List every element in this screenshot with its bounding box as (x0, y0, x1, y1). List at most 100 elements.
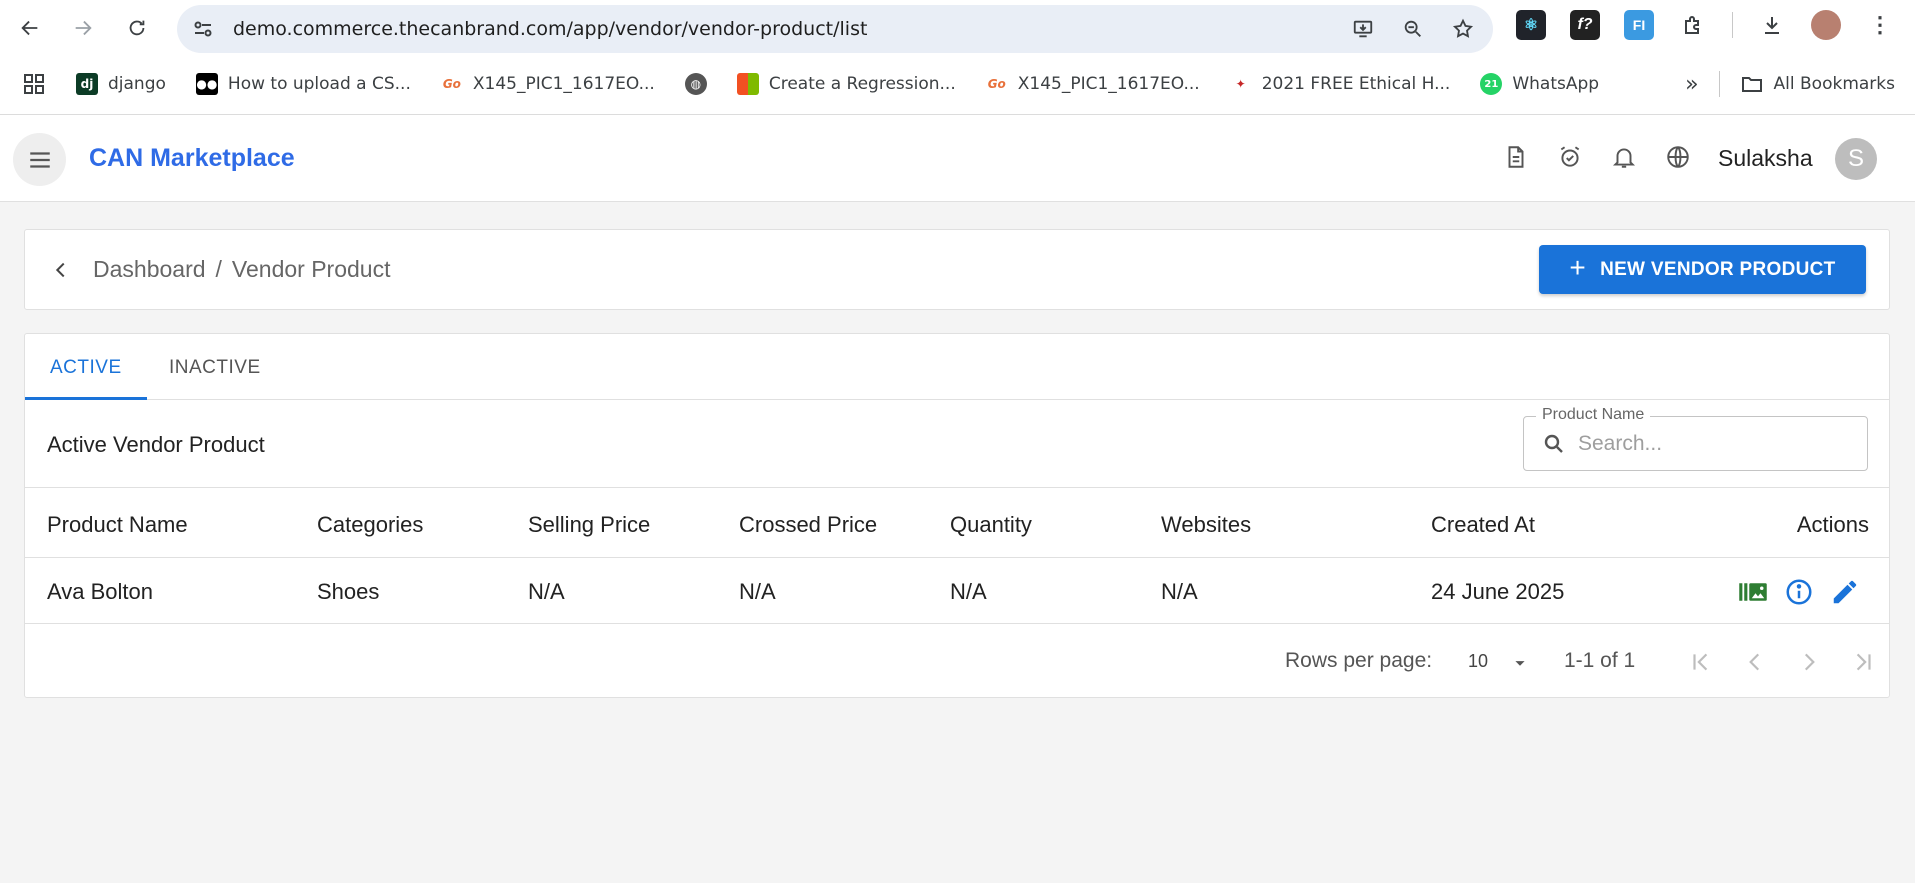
search-label: Product Name (1536, 406, 1651, 424)
star-icon[interactable] (1451, 17, 1475, 41)
bookmark-whatsapp[interactable]: 21 WhatsApp (1480, 73, 1599, 95)
cell-crossed-price: N/A (739, 579, 776, 604)
search-icon (1544, 434, 1563, 453)
zoom-icon[interactable] (1401, 17, 1425, 41)
product-name-search-field[interactable]: Product Name (1523, 406, 1868, 471)
reload-icon[interactable] (119, 10, 155, 46)
browser-menu-icon[interactable]: ⋮ (1865, 10, 1895, 40)
alarm-check-icon[interactable] (1556, 143, 1584, 171)
info-icon[interactable] (1783, 576, 1815, 608)
page-range: 1-1 of 1 (1564, 649, 1636, 672)
breadcrumb-card: Dashboard / Vendor Product + NEW VENDOR PR… (24, 229, 1890, 310)
column-actions: Actions (1796, 512, 1869, 537)
tab-bar: ACTIVE INACTIVE (25, 334, 1889, 400)
bookmark-x145-2[interactable]: Go X145_PIC1_1617EO... (986, 73, 1200, 95)
cell-quantity: N/A (950, 579, 987, 604)
column-categories[interactable]: Categories (317, 512, 423, 538)
column-crossed-price[interactable]: Crossed Price (739, 512, 877, 538)
first-page-icon[interactable] (1685, 646, 1717, 678)
user-avatar[interactable]: S (1835, 138, 1877, 180)
more-bookmarks-icon[interactable]: » (1685, 72, 1698, 97)
browser-profile-avatar[interactable] (1811, 10, 1841, 40)
globe-icon: ◍ (684, 73, 707, 95)
breadcrumb-vendor-product: Vendor Product (231, 256, 391, 282)
rows-per-page-label: Rows per page: (1285, 649, 1433, 672)
bookmark-x145-1[interactable]: Go X145_PIC1_1617EO... (441, 73, 655, 95)
puzzle-extensions-icon[interactable] (1678, 10, 1708, 40)
bookmark-globe[interactable]: ◍ (684, 73, 707, 95)
table-header: Product Name Categories Selling Price Cr… (25, 487, 1889, 558)
cell-product-name: Ava Bolton (47, 579, 154, 604)
go-icon: Go (987, 77, 1006, 91)
toolbar-divider (1732, 12, 1733, 38)
pagination: Rows per page: 10 1-1 of 1 (25, 624, 1889, 699)
folder-icon (1741, 77, 1762, 92)
plus-icon: + (1569, 252, 1587, 283)
dropdown-arrow-icon[interactable] (1509, 652, 1531, 674)
back-arrow-icon[interactable] (12, 10, 48, 46)
microsoft-icon (736, 73, 759, 95)
bookmark-regression[interactable]: Create a Regression... (736, 73, 956, 95)
ethical-hacking-icon: ✦ (1235, 77, 1246, 91)
menu-icon (29, 151, 50, 168)
column-product-name[interactable]: Product Name (47, 512, 188, 538)
cell-categories: Shoes (317, 579, 380, 604)
gallery-icon[interactable] (1737, 576, 1769, 608)
new-vendor-product-label: NEW VENDOR PRODUCT (1600, 258, 1836, 280)
cell-websites: N/A (1161, 579, 1198, 604)
bookmark-django[interactable]: dj django (76, 73, 166, 95)
browser-chrome: demo.commerce.thecanbrand.com/app/vendor… (0, 0, 1915, 115)
previous-page-icon[interactable] (1739, 646, 1771, 678)
django-icon: dj (76, 73, 98, 95)
next-page-icon[interactable] (1793, 646, 1825, 678)
forward-arrow-icon[interactable] (65, 10, 101, 46)
vendor-product-table-card: ACTIVE INACTIVE Active Vendor Product Pr… (24, 333, 1890, 698)
column-selling-price[interactable]: Selling Price (528, 512, 650, 538)
column-quantity[interactable]: Quantity (950, 512, 1032, 538)
bell-icon[interactable] (1610, 143, 1638, 171)
hamburger-menu-button[interactable] (13, 133, 66, 186)
bookmark-ethical-hacking[interactable]: ✦ 2021 FREE Ethical H... (1230, 73, 1451, 95)
table-row[interactable]: Ava Bolton Shoes N/A N/A N/A N/A 24 June… (25, 558, 1889, 624)
react-devtools-icon[interactable]: ⚛ (1516, 10, 1546, 40)
app-header: CAN Marketplace Sulaksha S (0, 115, 1915, 202)
breadcrumb-separator: / (215, 256, 222, 282)
column-created-at[interactable]: Created At (1431, 512, 1535, 538)
url-text[interactable]: demo.commerce.thecanbrand.com/app/vendor… (233, 18, 867, 40)
rows-per-page-select[interactable]: 10 (1468, 651, 1488, 672)
tab-inactive[interactable]: INACTIVE (169, 357, 261, 379)
cell-selling-price: N/A (528, 579, 565, 604)
brand-title[interactable]: CAN Marketplace (89, 144, 295, 173)
new-vendor-product-button[interactable]: + NEW VENDOR PRODUCT (1539, 245, 1866, 294)
site-settings-icon[interactable] (191, 17, 215, 41)
section-title: Active Vendor Product (47, 432, 265, 457)
medium-icon: ●● (195, 73, 218, 95)
tab-active[interactable]: ACTIVE (50, 357, 122, 379)
username[interactable]: Sulaksha (1718, 145, 1813, 172)
breadcrumb-dashboard[interactable]: Dashboard (93, 256, 206, 282)
last-page-icon[interactable] (1847, 646, 1879, 678)
bookmarks-divider (1718, 71, 1720, 97)
cell-created-at: 24 June 2025 (1431, 579, 1565, 604)
column-websites[interactable]: Websites (1161, 512, 1251, 538)
whatsapp-icon: 21 (1480, 73, 1503, 95)
document-icon[interactable] (1502, 143, 1530, 171)
back-button[interactable] (45, 254, 77, 286)
edit-pencil-icon[interactable] (1829, 576, 1861, 608)
fi-extension-icon[interactable]: FI (1624, 10, 1654, 40)
install-app-icon[interactable] (1351, 17, 1375, 41)
bookmarks-bar: dj django ●● How to upload a CS... Go X1… (0, 64, 1915, 104)
row-actions (1737, 576, 1861, 608)
all-bookmarks-folder[interactable]: All Bookmarks (1740, 72, 1895, 96)
breadcrumb: Dashboard / Vendor Product (93, 256, 390, 283)
go-icon: Go (442, 77, 461, 91)
language-globe-icon[interactable] (1664, 143, 1692, 171)
active-tab-indicator (25, 397, 147, 400)
search-input[interactable] (1578, 429, 1848, 459)
chevron-left-icon (55, 262, 65, 278)
address-bar[interactable]: demo.commerce.thecanbrand.com/app/vendor… (177, 5, 1493, 53)
apps-grid-icon[interactable] (22, 72, 46, 96)
download-icon[interactable] (1757, 10, 1787, 40)
formula-extension-icon[interactable]: f? (1570, 10, 1600, 40)
bookmark-upload-csv[interactable]: ●● How to upload a CS... (195, 73, 411, 95)
